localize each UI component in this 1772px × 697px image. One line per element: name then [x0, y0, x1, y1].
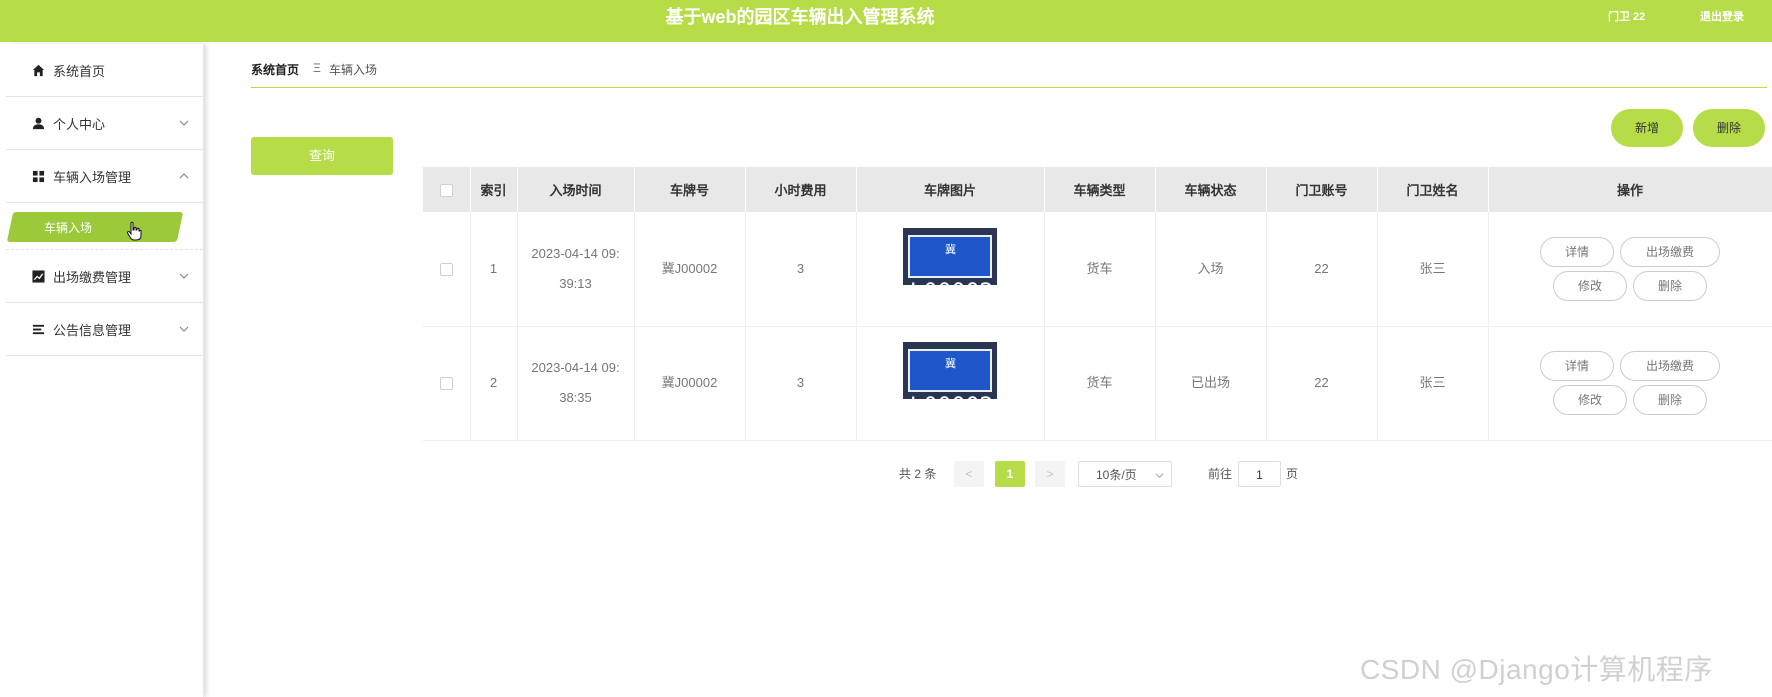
- watermark: CSDN @Django计算机程序: [1360, 654, 1713, 685]
- goto-suffix: 页: [1286, 467, 1299, 481]
- page-size-select[interactable]: 10条/页: [1078, 461, 1172, 487]
- col-header: 车辆状态: [1155, 167, 1267, 212]
- sidebar-item-personal-center[interactable]: 个人中心: [6, 97, 203, 150]
- col-header: 门卫账号: [1266, 167, 1378, 212]
- cell-actions: 详情 出场缴费 修改 删除: [1488, 212, 1772, 327]
- cell-plate-image: 冀J·00002: [856, 212, 1045, 327]
- hand-cursor-icon: [126, 221, 142, 241]
- row-checkbox[interactable]: [439, 262, 453, 276]
- exit-payment-button[interactable]: 出场缴费: [1620, 236, 1720, 267]
- table-row: 1 2023-04-14 09: 39:13 冀J00002 3 冀J·00002…: [423, 212, 1772, 327]
- select-all-cell[interactable]: [423, 167, 471, 212]
- cell-hourly-fee: 3: [745, 212, 857, 327]
- table-row: 2 2023-04-14 09: 38:35 冀J00002 3 冀J·00002…: [423, 326, 1772, 441]
- chevron-up-icon: [179, 173, 189, 179]
- cell-entry-time: 2023-04-14 09: 38:35: [517, 326, 635, 441]
- page-number-current[interactable]: 1: [995, 461, 1025, 487]
- chevron-down-icon: [179, 273, 189, 279]
- sidebar-item-notice-mgmt[interactable]: 公告信息管理: [6, 303, 203, 356]
- detail-button[interactable]: 详情: [1540, 236, 1614, 267]
- select-all-checkbox[interactable]: [439, 184, 453, 198]
- cell-entry-time: 2023-04-14 09: 39:13: [517, 212, 635, 327]
- cell-guard-account: 22: [1266, 212, 1378, 327]
- sidebar-item-label: 个人中心: [53, 116, 106, 132]
- cell-plate-image: 冀J·00002: [856, 326, 1045, 441]
- chevron-down-icon: [1155, 473, 1164, 479]
- col-header: 门卫姓名: [1377, 167, 1489, 212]
- active-highlight: [6, 212, 184, 242]
- goto-label: 前往: [1208, 467, 1233, 481]
- cell-vehicle-type: 货车: [1044, 326, 1156, 441]
- col-header: 车辆类型: [1044, 167, 1156, 212]
- edit-button[interactable]: 修改: [1553, 385, 1627, 415]
- cell-guard-account: 22: [1266, 326, 1378, 441]
- sidebar-item-exit-payment-mgmt[interactable]: 出场缴费管理: [6, 250, 203, 303]
- col-header: 小时费用: [745, 167, 857, 212]
- row-delete-button[interactable]: 删除: [1633, 270, 1707, 301]
- sidebar-item-home[interactable]: 系统首页: [6, 44, 203, 97]
- sidebar-item-label: 出场缴费管理: [53, 269, 132, 285]
- plate-image[interactable]: 冀J·00002: [903, 227, 997, 305]
- cell-guard-name: 张三: [1377, 212, 1489, 327]
- cell-index: 2: [470, 326, 518, 441]
- pagination-total: 共 2 条: [899, 467, 937, 481]
- submenu-vehicle-entry: 车辆入场: [6, 203, 203, 250]
- col-header: 索引: [470, 167, 518, 212]
- app-title: 基于web的园区车辆出入管理系统: [665, 7, 935, 27]
- cell-plate-number: 冀J00002: [634, 212, 746, 327]
- next-page-button[interactable]: >: [1035, 461, 1065, 487]
- chevron-down-icon: [179, 326, 189, 332]
- breadcrumb-current: 车辆入场: [329, 63, 378, 77]
- cell-vehicle-status: 入场: [1155, 212, 1267, 327]
- sidebar-subitem-vehicle-entry[interactable]: 车辆入场: [44, 219, 92, 236]
- detail-button[interactable]: 详情: [1540, 351, 1614, 381]
- add-button[interactable]: 新增: [1611, 109, 1683, 147]
- cell-index: 1: [470, 212, 518, 327]
- logout-link[interactable]: 退出登录: [1700, 8, 1744, 24]
- exit-payment-button[interactable]: 出场缴费: [1620, 351, 1720, 381]
- sidebar-item-label: 系统首页: [53, 63, 106, 79]
- cell-hourly-fee: 3: [745, 326, 857, 441]
- current-user: 门卫 22: [1608, 11, 1646, 23]
- row-delete-button[interactable]: 删除: [1633, 385, 1707, 415]
- breadcrumb-home[interactable]: 系统首页: [251, 61, 299, 78]
- user-icon: [31, 116, 45, 130]
- row-checkbox[interactable]: [439, 377, 453, 391]
- cell-plate-number: 冀J00002: [634, 326, 746, 441]
- breadcrumb-separator: Ξ: [313, 61, 321, 75]
- cell-guard-name: 张三: [1377, 326, 1489, 441]
- col-header: 车牌图片: [856, 167, 1045, 212]
- sidebar-item-vehicle-entry-mgmt[interactable]: 车辆入场管理: [6, 150, 203, 203]
- query-button[interactable]: 查询: [251, 137, 393, 175]
- goto-page-input[interactable]: 1: [1238, 461, 1281, 487]
- vehicle-entry-table: 索引 入场时间 车牌号 小时费用 车牌图片 车辆类型 车辆状态 门卫账号 门卫姓…: [423, 167, 1772, 441]
- breadcrumb: 系统首页 Ξ 车辆入场: [251, 52, 1767, 88]
- cell-actions: 详情 出场缴费 修改 删除: [1488, 326, 1772, 441]
- chevron-down-icon: [179, 120, 189, 126]
- cell-vehicle-type: 货车: [1044, 212, 1156, 327]
- plate-image[interactable]: 冀J·00002: [903, 342, 997, 419]
- list-icon: [31, 322, 45, 336]
- col-header: 车牌号: [634, 167, 746, 212]
- col-header: 操作: [1488, 167, 1772, 212]
- sidebar-item-label: 公告信息管理: [53, 322, 132, 338]
- table-header-row: 索引 入场时间 车牌号 小时费用 车牌图片 车辆类型 车辆状态 门卫账号 门卫姓…: [423, 167, 1772, 212]
- home-icon: [31, 63, 45, 77]
- grid-icon: [31, 169, 45, 183]
- cell-vehicle-status: 已出场: [1155, 326, 1267, 441]
- prev-page-button[interactable]: <: [954, 461, 984, 487]
- batch-delete-button[interactable]: 删除: [1693, 109, 1765, 147]
- chart-icon: [31, 269, 45, 283]
- edit-button[interactable]: 修改: [1553, 270, 1627, 301]
- top-bar: 基于web的园区车辆出入管理系统 门卫 22 退出登录: [0, 0, 1772, 42]
- sidebar: 系统首页 个人中心 车辆入场管理 车辆入场 出场缴费管理 公告信息管理: [6, 44, 204, 697]
- sidebar-item-label: 车辆入场管理: [53, 169, 132, 185]
- col-header: 入场时间: [517, 167, 635, 212]
